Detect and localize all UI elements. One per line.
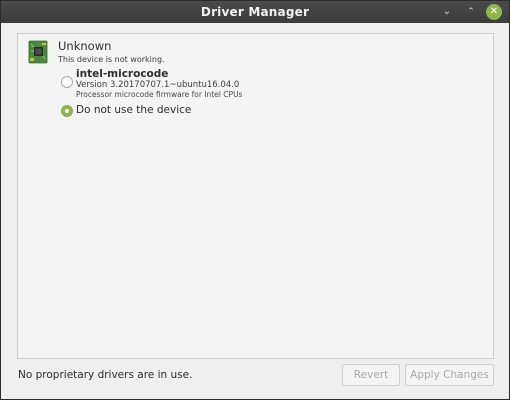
driver-description: Processor microcode firmware for Intel C… (76, 90, 243, 99)
title-bar[interactable]: Driver Manager ⌄ ⌃ ✕ (1, 1, 509, 23)
close-icon[interactable]: ✕ (486, 4, 502, 20)
do-not-use-device-radio[interactable] (61, 105, 73, 117)
device-list-panel: Unknown This device is not working. inte… (17, 33, 494, 359)
device-name: Unknown (58, 39, 112, 53)
maximize-icon[interactable]: ⌃ (463, 4, 479, 20)
driver-name[interactable]: intel-microcode (76, 68, 168, 80)
window-title: Driver Manager (200, 5, 310, 19)
revert-button[interactable]: Revert (342, 364, 400, 386)
driver-status-text: No proprietary drivers are in use. (18, 369, 193, 381)
driver-radio-intel-microcode[interactable] (61, 76, 73, 88)
do-not-use-device-label[interactable]: Do not use the device (76, 104, 191, 116)
minimize-icon[interactable]: ⌄ (439, 4, 455, 20)
apply-changes-button[interactable]: Apply Changes (405, 364, 494, 386)
driver-manager-window: Driver Manager ⌄ ⌃ ✕ Unknown This device… (0, 0, 510, 400)
circuit-board-icon (28, 40, 48, 64)
driver-version: Version 3.20170707.1~ubuntu16.04.0 (76, 80, 240, 90)
device-status: This device is not working. (58, 55, 165, 64)
